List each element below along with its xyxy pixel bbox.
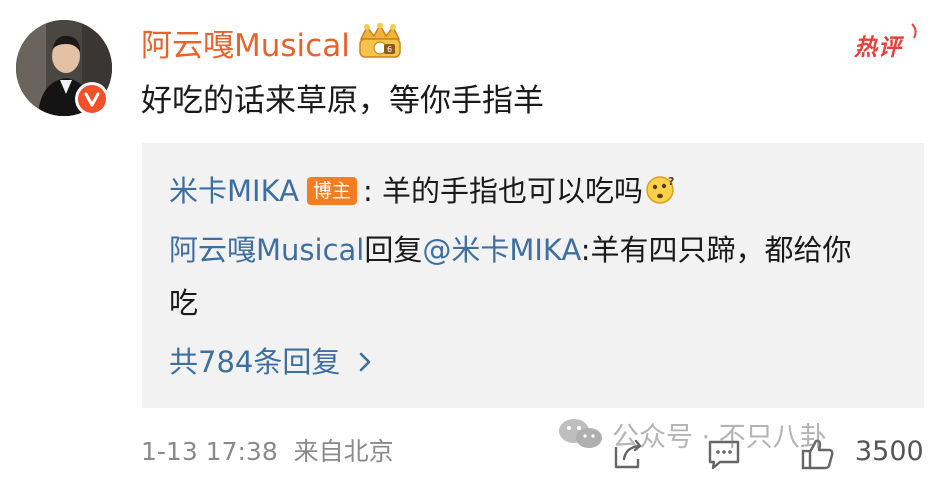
crown-fan-badge-icon[interactable]: 6 [355, 22, 405, 63]
watermark-text: 公众号 · 不只八卦 [612, 421, 827, 453]
comment-location: 来自北京 [293, 437, 394, 466]
hot-flame-mark-icon [911, 23, 917, 39]
svg-text:6: 6 [387, 45, 392, 54]
reply-text: 羊的手指也可以吃吗 [381, 174, 643, 208]
thinking-face-icon: ? [645, 174, 675, 204]
hot-comment-badge: 热评 [852, 22, 922, 62]
verified-v-icon [78, 85, 106, 113]
comment-username[interactable]: 阿云嘎Musical [141, 24, 350, 68]
comment-time: 1-13 17:38 [141, 437, 278, 466]
blogger-badge: 博主 [306, 177, 357, 205]
reply-author-link[interactable]: 米卡MIKA [169, 174, 299, 208]
more-replies-label: 共784条回复 [169, 345, 341, 379]
chevron-right-icon [354, 342, 376, 372]
comment-text: 好吃的话来草原，等你手指羊 [141, 83, 544, 119]
reply-item-second: 阿云嘎Musical回复@米卡MIKA:羊有四只蹄，都给你 [169, 229, 852, 271]
view-all-replies-link[interactable]: 共784条回复 [169, 341, 376, 383]
reply-mention-link[interactable]: @米卡MIKA [422, 233, 580, 267]
reply-author-link[interactable]: 阿云嘎Musical [169, 233, 364, 267]
reply-action: 回复 [364, 233, 423, 267]
comment-meta: 1-13 17:38 来自北京 [141, 434, 394, 470]
reply-panel[interactable]: 米卡MIKA 博主: 羊的手指也可以吃吗 ? 阿云嘎Musical回复@米卡MIK… [142, 143, 924, 408]
reply-text: :羊有四只蹄，都给你 [580, 233, 852, 267]
watermark: 公众号 · 不只八卦 [556, 414, 827, 454]
reply-item-first: 米卡MIKA 博主: 羊的手指也可以吃吗 ? [169, 170, 675, 212]
svg-text:?: ? [668, 175, 674, 188]
wechat-logo-icon [559, 419, 602, 448]
like-count: 3500 [855, 436, 924, 467]
reply-separator: : [362, 174, 382, 208]
reply-text-continuation: 吃 [169, 286, 199, 320]
verified-badge [75, 82, 109, 116]
